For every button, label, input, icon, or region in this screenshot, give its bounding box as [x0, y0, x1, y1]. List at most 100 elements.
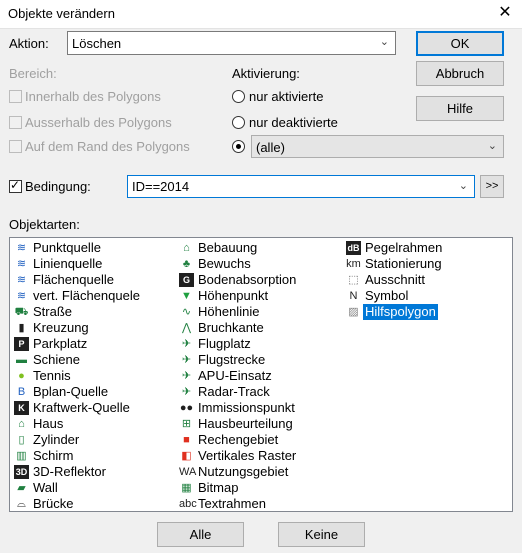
hilfe-button[interactable]: Hilfe: [416, 96, 504, 121]
list-item[interactable]: ✈ Flugplatz: [179, 336, 347, 352]
station-icon: km: [346, 258, 361, 270]
list-column-2: ⌂ Bebauung ♣ Bewuchs G Bodenabsorption ▼ Höhenp…: [179, 240, 347, 511]
expand-button[interactable]: >>: [480, 175, 504, 198]
window-title: Objekte verändern: [8, 6, 115, 21]
list-item[interactable]: ✈ APU-Einsatz: [179, 368, 347, 384]
list-item[interactable]: K Kraftwerk-Quelle: [14, 400, 179, 416]
vegetation-icon: ♣: [182, 258, 191, 270]
list-item[interactable]: abc Textrahmen: [179, 496, 347, 511]
list-item[interactable]: ∿ Höhenlinie: [179, 304, 347, 320]
list-item-label: Schirm: [33, 448, 74, 463]
list-item-label: vert. Flächenquele: [33, 288, 140, 303]
list-item[interactable]: B Bplan-Quelle: [14, 384, 179, 400]
list-item[interactable]: P Parkplatz: [14, 336, 179, 352]
list-item[interactable]: ● Tennis: [14, 368, 179, 384]
list-item[interactable]: ≋ vert. Flächenquele: [14, 288, 179, 304]
list-item[interactable]: ✈ Flugstrecke: [179, 352, 347, 368]
list-item-label: Höhenlinie: [198, 304, 260, 319]
list-item-label: Parkplatz: [33, 336, 88, 351]
aktion-dropdown[interactable]: Löschen ⌄: [67, 31, 396, 55]
checkmark-icon: ✓: [10, 178, 21, 192]
alle-button[interactable]: Alle: [157, 522, 244, 547]
bereich-rand-checkbox[interactable]: [9, 140, 22, 153]
list-item[interactable]: ▯ Zylinder: [14, 432, 179, 448]
alle-radio[interactable]: [232, 140, 245, 153]
ground-absorption-icon: G: [179, 273, 194, 287]
list-item[interactable]: ≋ Linienquelle: [14, 256, 179, 272]
list-item[interactable]: ♣ Bewuchs: [179, 256, 347, 272]
list-item[interactable]: ≋ Punktquelle: [14, 240, 179, 256]
list-item[interactable]: ▼ Höhenpunkt: [179, 288, 347, 304]
list-item[interactable]: WA Nutzungsgebiet: [179, 464, 347, 480]
list-item[interactable]: G Bodenabsorption: [179, 272, 347, 288]
list-item[interactable]: ⊞ Hausbeurteilung: [179, 416, 347, 432]
list-item[interactable]: ◧ Vertikales Raster: [179, 448, 347, 464]
cutout-icon: ⬚: [348, 274, 359, 286]
list-item[interactable]: ■ Rechengebiet: [179, 432, 347, 448]
radio-selected-dot: [236, 144, 241, 149]
list-item[interactable]: ⋀ Bruchkante: [179, 320, 347, 336]
list-item[interactable]: ⌂ Bebauung: [179, 240, 347, 256]
ok-button[interactable]: OK: [416, 31, 504, 56]
list-item[interactable]: ▰ Wall: [14, 480, 179, 496]
list-item[interactable]: 3D 3D-Reflektor: [14, 464, 179, 480]
nur-aktivierte-radio[interactable]: [232, 90, 245, 103]
list-item[interactable]: N Symbol: [346, 288, 512, 304]
bedingung-input[interactable]: ID==2014 ⌄: [127, 175, 475, 198]
list-item[interactable]: ●● Immissionspunkt: [179, 400, 347, 416]
list-item-label: Rechengebiet: [198, 432, 279, 447]
list-item-label: Stationierung: [365, 256, 442, 271]
list-item[interactable]: ⬚ Ausschnitt: [346, 272, 512, 288]
objektarten-label: Objektarten:: [9, 217, 80, 232]
cylinder-icon: ▯: [18, 434, 25, 446]
nur-aktivierte-label: nur aktivierte: [249, 89, 324, 104]
nur-deaktivierte-radio[interactable]: [232, 116, 245, 129]
list-item[interactable]: ▨ Hilfspolygon: [346, 304, 512, 320]
immission-point-icon: ●●: [179, 402, 194, 414]
list-item[interactable]: ⌓ Brücke: [14, 496, 179, 511]
list-column-3: dB Pegelrahmen km Stationierung ⬚ Ausschnitt N…: [346, 240, 512, 320]
break-line-icon: ⋀: [181, 322, 192, 334]
nur-deaktivierte-label: nur deaktivierte: [249, 115, 338, 130]
close-icon[interactable]: ✕: [494, 3, 516, 23]
list-item-label: Bebauung: [198, 240, 258, 255]
list-item-label: Radar-Track: [198, 384, 270, 399]
source-icon: ≋: [16, 274, 27, 286]
bereich-ausserhalb-checkbox[interactable]: [9, 116, 22, 129]
bedingung-checkbox[interactable]: ✓: [9, 178, 22, 193]
list-item[interactable]: ▦ Bitmap: [179, 480, 347, 496]
list-item[interactable]: dB Pegelrahmen: [346, 240, 512, 256]
abbruch-button[interactable]: Abbruch: [416, 61, 504, 86]
list-column-1: ≋ Punktquelle ≋ Linienquelle ≋ Flächenquelle ≋…: [14, 240, 179, 511]
list-item[interactable]: ▮ Kreuzung: [14, 320, 179, 336]
bedingung-label: Bedingung:: [25, 179, 91, 194]
bitmap-icon: ▦: [181, 482, 192, 494]
list-item-label: Vertikales Raster: [198, 448, 297, 463]
list-item[interactable]: km Stationierung: [346, 256, 512, 272]
list-item-label: Tennis: [33, 368, 71, 383]
road-icon: ⛟: [14, 306, 29, 318]
list-item-label: Brücke: [33, 496, 74, 511]
list-item[interactable]: ≋ Flächenquelle: [14, 272, 179, 288]
list-item[interactable]: ⛟ Straße: [14, 304, 179, 320]
aktion-value: Löschen: [72, 36, 122, 51]
list-item[interactable]: ✈ Radar-Track: [179, 384, 347, 400]
radar-track-icon: ✈: [181, 386, 192, 398]
list-item-label: Kraftwerk-Quelle: [33, 400, 130, 415]
height-point-icon: ▼: [181, 290, 192, 302]
chevron-down-icon: ⌄: [487, 140, 497, 152]
list-item[interactable]: ▥ Schirm: [14, 448, 179, 464]
list-item-label: Linienquelle: [33, 256, 103, 271]
keine-button[interactable]: Keine: [278, 522, 365, 547]
aktion-label: Aktion:: [9, 36, 49, 51]
list-item[interactable]: ⌂ Haus: [14, 416, 179, 432]
vertical-grid-icon: ◧: [181, 450, 192, 462]
objektarten-list[interactable]: ≋ Punktquelle ≋ Linienquelle ≋ Flächenquelle ≋…: [9, 237, 513, 512]
wall-icon: ▰: [17, 482, 26, 494]
train-icon: ▬: [16, 354, 27, 366]
aktivierung-dropdown[interactable]: (alle) ⌄: [251, 135, 504, 158]
list-item-label: Kreuzung: [33, 320, 89, 335]
bereich-innerhalb-checkbox[interactable]: [9, 90, 22, 103]
list-item-label: Nutzungsgebiet: [198, 464, 289, 479]
list-item[interactable]: ▬ Schiene: [14, 352, 179, 368]
